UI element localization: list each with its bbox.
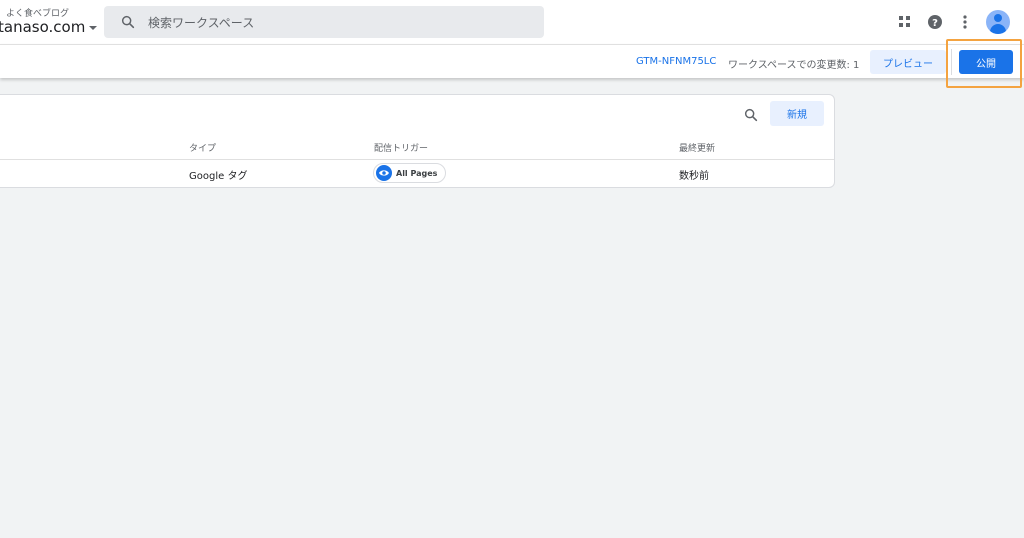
help-icon[interactable]: ?	[926, 13, 944, 31]
tag-type-cell: Google タグ	[189, 171, 248, 182]
column-header-type[interactable]: タイプ	[189, 141, 216, 154]
container-id-link[interactable]: GTM-NFNM75LC	[636, 56, 716, 67]
workspace-changes-count: ワークスペースでの変更数: 1	[728, 60, 860, 71]
search-icon	[121, 15, 135, 29]
search-icon[interactable]	[743, 107, 759, 123]
eye-icon	[376, 165, 392, 181]
top-icons: ?	[896, 9, 1010, 35]
top-app-bar: よく食べブログ tanaso.com 検索ワークスペース ?	[0, 0, 1024, 44]
updated-cell: 数秒前	[679, 171, 709, 182]
workspace-bar: GTM-NFNM75LC ワークスペースでの変更数: 1 プレビュー 公開	[0, 44, 1024, 78]
row-divider	[0, 159, 834, 160]
new-tag-button[interactable]: 新規	[770, 101, 824, 126]
column-header-updated[interactable]: 最終更新	[679, 141, 715, 154]
publish-button[interactable]: 公開	[959, 50, 1013, 74]
preview-button[interactable]: プレビュー	[870, 50, 946, 74]
apps-grid-icon[interactable]	[896, 13, 914, 31]
search-placeholder: 検索ワークスペース	[148, 16, 255, 30]
search-input[interactable]: 検索ワークスペース	[104, 6, 544, 38]
more-vert-icon[interactable]	[956, 13, 974, 31]
container-name-label: tanaso.com	[0, 18, 86, 36]
svg-text:?: ?	[932, 18, 938, 29]
column-header-trigger[interactable]: 配信トリガー	[374, 141, 428, 154]
divider	[951, 49, 952, 75]
trigger-chip-label: All Pages	[396, 168, 438, 178]
chevron-down-icon	[89, 26, 98, 30]
container-name[interactable]: tanaso.com	[0, 18, 98, 36]
tags-table-card: 新規 タイプ 配信トリガー 最終更新 Google タグ All Pages 数…	[0, 94, 835, 188]
avatar-head	[994, 14, 1002, 22]
trigger-chip[interactable]: All Pages	[373, 163, 447, 183]
avatar[interactable]	[986, 10, 1010, 34]
avatar-body	[990, 24, 1006, 34]
